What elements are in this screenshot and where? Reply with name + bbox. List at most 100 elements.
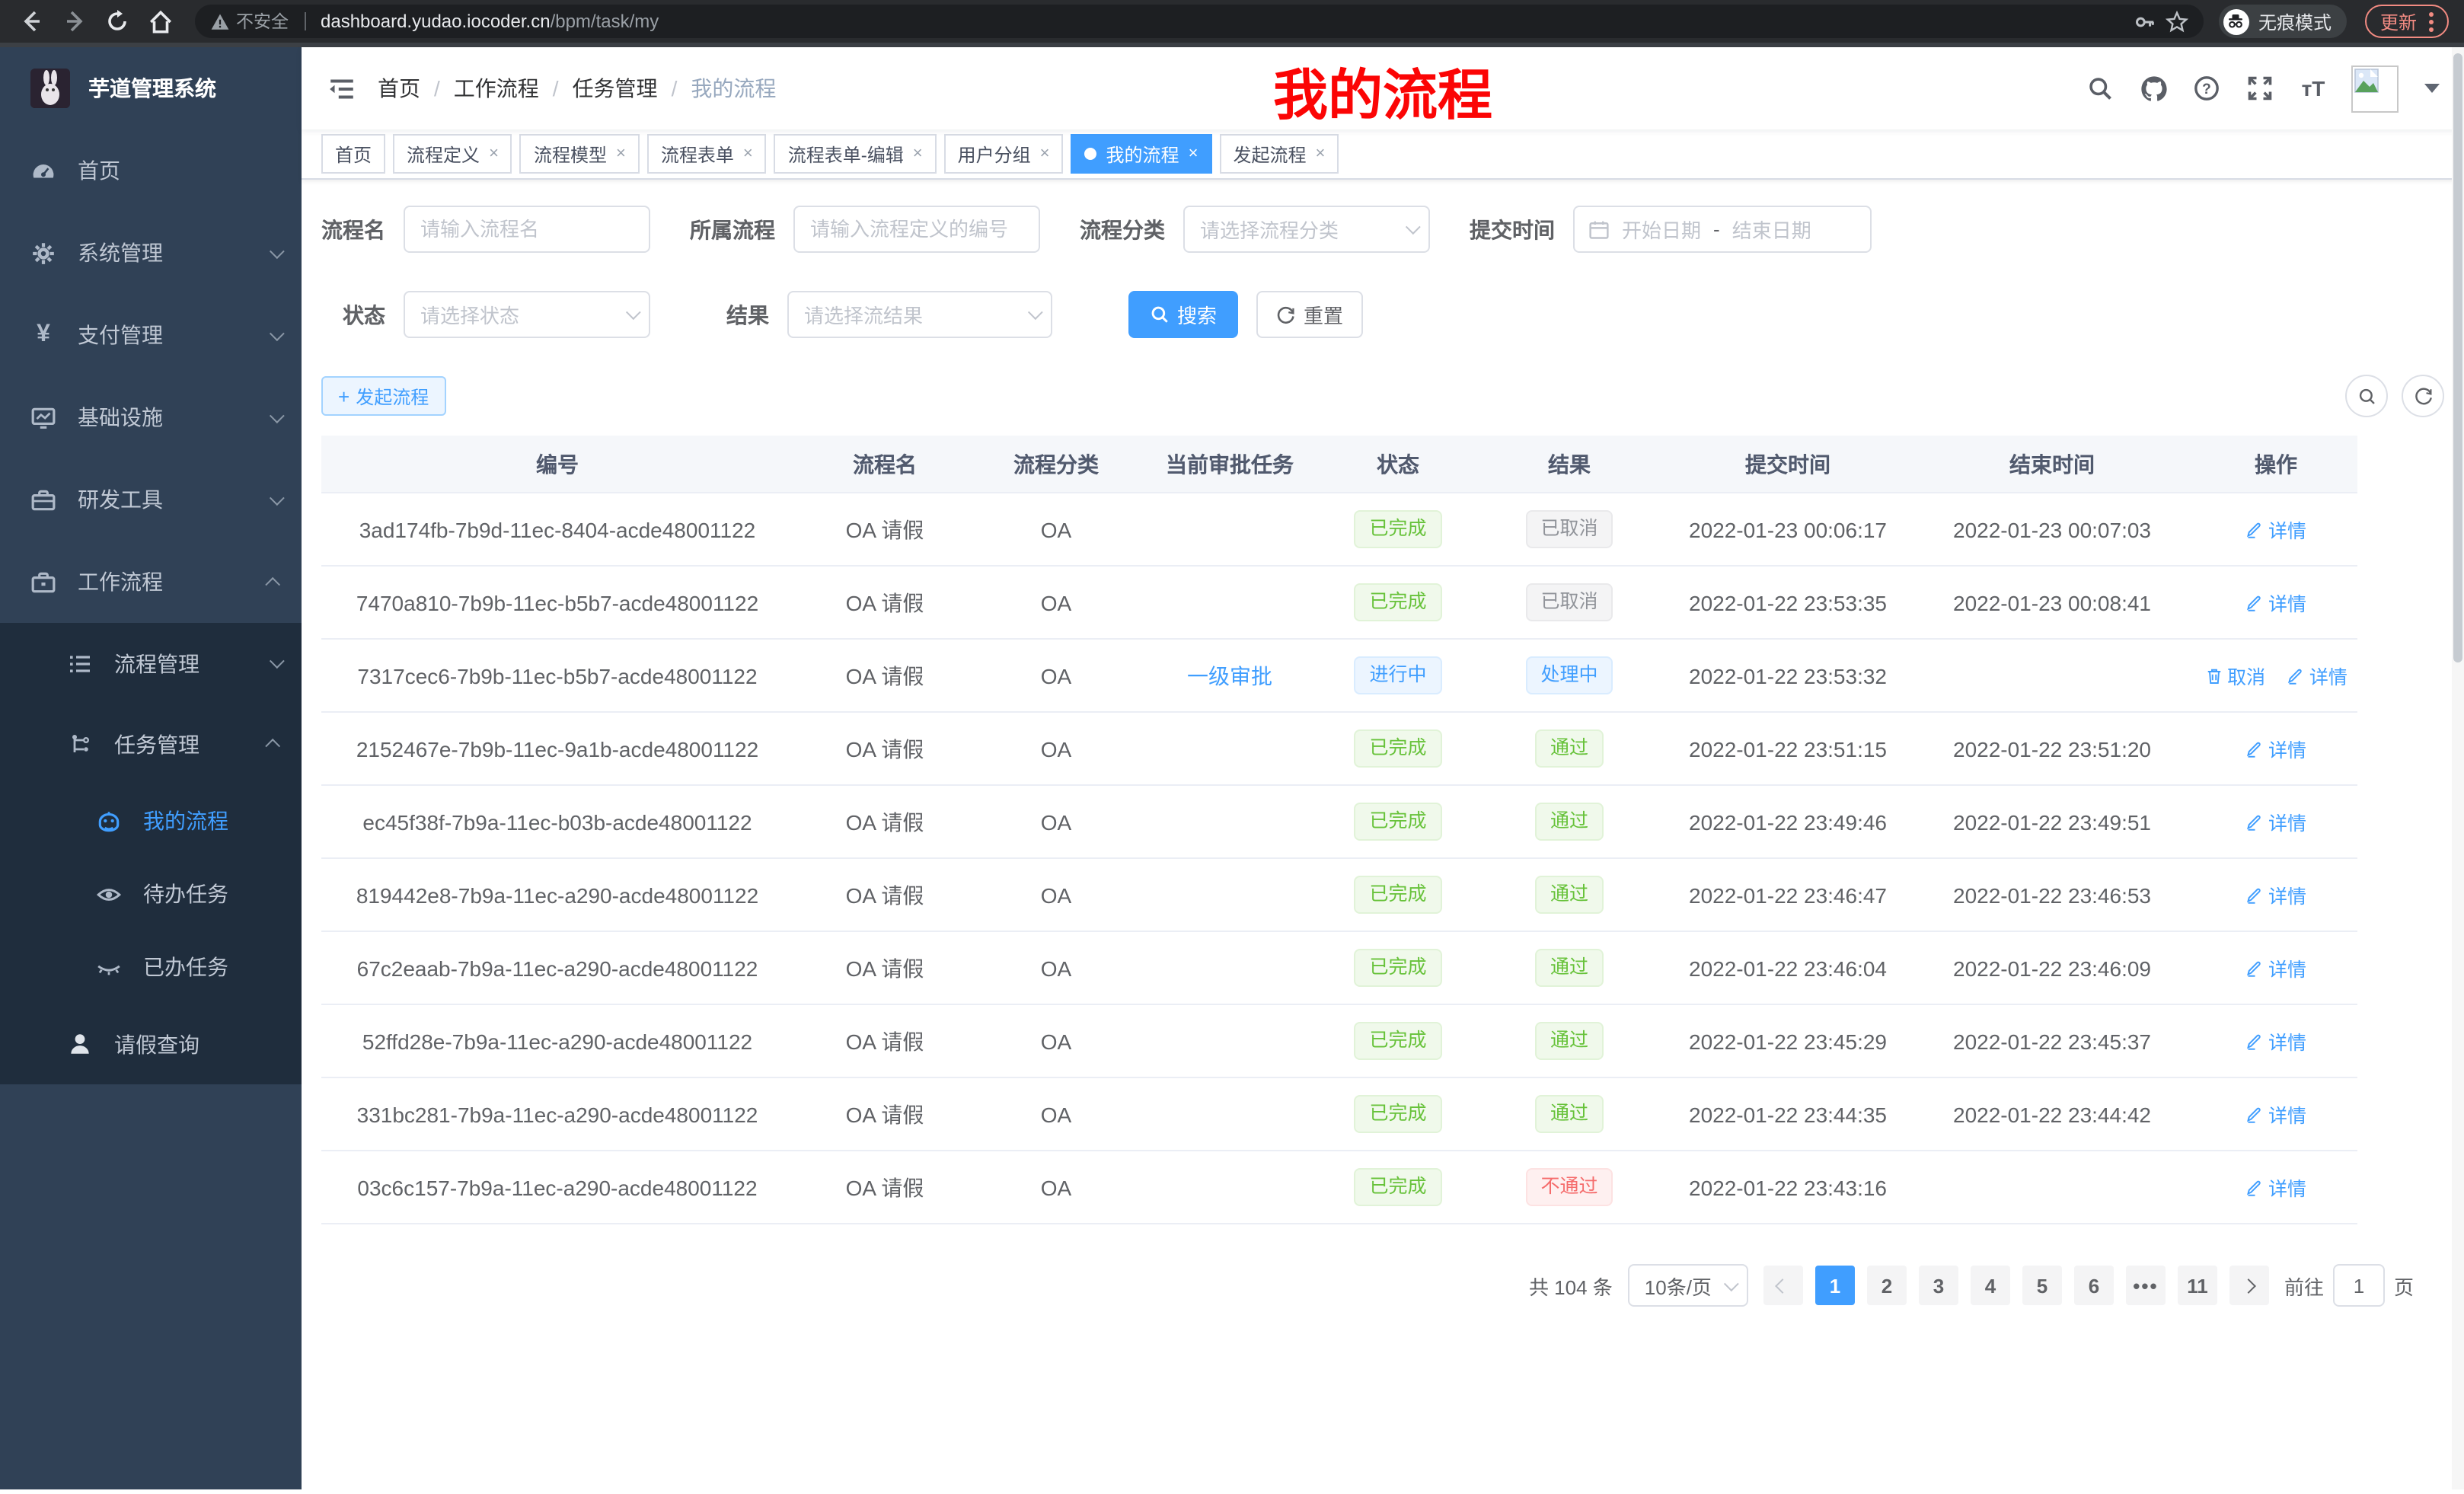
tab-process-form[interactable]: 流程表单× bbox=[647, 134, 767, 174]
detail-action[interactable]: 详情 bbox=[2245, 1026, 2306, 1055]
close-icon[interactable]: × bbox=[1315, 145, 1325, 162]
status-label: 状态 bbox=[343, 299, 385, 330]
start-process-button[interactable]: + 发起流程 bbox=[321, 376, 445, 416]
close-icon[interactable]: × bbox=[1189, 145, 1198, 162]
incognito-icon bbox=[2223, 8, 2249, 34]
sidebar-item-done-tasks[interactable]: 已办任务 bbox=[0, 931, 302, 1004]
address-bar[interactable]: 不安全 dashboard.yudao.iocoder.cn/bpm/task/… bbox=[195, 5, 2204, 38]
tab-user-group[interactable]: 用户分组× bbox=[944, 134, 1064, 174]
breadcrumb-home[interactable]: 首页 bbox=[378, 73, 420, 104]
pager-page-2[interactable]: 2 bbox=[1867, 1266, 1907, 1305]
tab-process-definition[interactable]: 流程定义× bbox=[393, 134, 512, 174]
browser-menu-icon[interactable] bbox=[2429, 11, 2434, 31]
detail-action[interactable]: 详情 bbox=[2245, 1173, 2306, 1202]
col-name: 流程名 bbox=[793, 449, 976, 479]
pager-page-6[interactable]: 6 bbox=[2074, 1266, 2114, 1305]
pager-more[interactable]: ••• bbox=[2126, 1266, 2166, 1305]
sidebar-item-workflow[interactable]: 工作流程 bbox=[0, 541, 302, 623]
process-name-input[interactable] bbox=[404, 206, 650, 253]
status-select[interactable]: 请选择状态 bbox=[404, 291, 650, 338]
tab-my-process[interactable]: 我的流程× bbox=[1071, 134, 1212, 174]
sidebar-item-process-mgmt[interactable]: 流程管理 bbox=[0, 623, 302, 704]
sidebar-item-home[interactable]: 首页 bbox=[0, 129, 302, 212]
detail-action[interactable]: 详情 bbox=[2245, 807, 2306, 836]
app-title: 芋道管理系统 bbox=[88, 73, 216, 104]
category-select[interactable]: 请选择流程分类 bbox=[1183, 206, 1430, 253]
pager-page-4[interactable]: 4 bbox=[1971, 1266, 2010, 1305]
breadcrumb-task-mgmt[interactable]: 任务管理 bbox=[573, 73, 658, 104]
goto-page-input[interactable] bbox=[2333, 1264, 2385, 1307]
task-link[interactable]: 一级审批 bbox=[1187, 660, 1272, 691]
sidebar-item-system[interactable]: 系统管理 bbox=[0, 212, 302, 294]
reset-button[interactable]: 重置 bbox=[1256, 291, 1363, 338]
close-icon[interactable]: × bbox=[1040, 145, 1050, 162]
pager-page-5[interactable]: 5 bbox=[2022, 1266, 2062, 1305]
cell-submit-time: 2022-01-22 23:49:46 bbox=[1666, 809, 1910, 834]
browser-back-button[interactable] bbox=[15, 5, 49, 38]
refresh-table-button[interactable] bbox=[2402, 375, 2444, 417]
sidebar-item-task-mgmt[interactable]: 任务管理 bbox=[0, 704, 302, 784]
tab-start-process[interactable]: 发起流程× bbox=[1219, 134, 1339, 174]
result-badge: 通过 bbox=[1535, 730, 1604, 768]
detail-action[interactable]: 详情 bbox=[2245, 880, 2306, 909]
result-label: 结果 bbox=[726, 299, 769, 330]
key-icon[interactable] bbox=[2134, 10, 2156, 33]
cell-name: OA 请假 bbox=[793, 587, 976, 618]
show-search-button[interactable] bbox=[2345, 375, 2388, 417]
pager-page-1[interactable]: 1 bbox=[1815, 1266, 1855, 1305]
detail-action[interactable]: 详情 bbox=[2245, 953, 2306, 982]
search-button[interactable]: 搜索 bbox=[1128, 291, 1238, 338]
pager-next[interactable] bbox=[2229, 1266, 2269, 1305]
detail-action[interactable]: 详情 bbox=[2287, 661, 2348, 690]
search-icon[interactable] bbox=[2085, 73, 2115, 104]
avatar-dropdown-caret[interactable] bbox=[2424, 84, 2440, 93]
browser-forward-button[interactable] bbox=[58, 5, 91, 38]
font-size-icon[interactable]: ᴛT bbox=[2298, 73, 2328, 104]
fullscreen-icon[interactable] bbox=[2245, 73, 2275, 104]
status-badge: 已完成 bbox=[1354, 511, 1441, 548]
cell-name: OA 请假 bbox=[793, 514, 976, 544]
browser-reload-button[interactable] bbox=[101, 5, 134, 38]
sidebar-item-infra[interactable]: 基础设施 bbox=[0, 376, 302, 458]
sidebar-toggle-button[interactable] bbox=[326, 73, 356, 104]
cell-id: ec45f38f-7b9a-11ec-b03b-acde48001122 bbox=[321, 809, 793, 834]
tab-process-model[interactable]: 流程模型× bbox=[520, 134, 640, 174]
page-scrollbar[interactable] bbox=[2452, 47, 2464, 1489]
breadcrumb-workflow[interactable]: 工作流程 bbox=[454, 73, 539, 104]
detail-action[interactable]: 详情 bbox=[2245, 515, 2306, 544]
detail-action[interactable]: 详情 bbox=[2245, 734, 2306, 763]
cell-id: 3ad174fb-7b9d-11ec-8404-acde48001122 bbox=[321, 517, 793, 541]
sidebar-item-my-process[interactable]: 我的流程 bbox=[0, 784, 302, 857]
github-icon[interactable] bbox=[2138, 73, 2169, 104]
close-icon[interactable]: × bbox=[616, 145, 626, 162]
scrollbar-thumb[interactable] bbox=[2453, 53, 2462, 662]
date-range-picker[interactable]: 开始日期 - 结束日期 bbox=[1573, 206, 1872, 253]
browser-home-button[interactable] bbox=[143, 5, 177, 38]
detail-action[interactable]: 详情 bbox=[2245, 588, 2306, 617]
detail-action[interactable]: 详情 bbox=[2245, 1100, 2306, 1128]
owner-process-input[interactable] bbox=[793, 206, 1040, 253]
security-status[interactable]: 不安全 bbox=[210, 9, 289, 34]
tab-process-form-edit[interactable]: 流程表单-编辑× bbox=[774, 134, 937, 174]
cell-end-time: 2022-01-22 23:49:51 bbox=[1910, 809, 2194, 834]
sidebar-item-devtools[interactable]: 研发工具 bbox=[0, 458, 302, 541]
app-logo-row[interactable]: 芋道管理系统 bbox=[0, 47, 302, 129]
sidebar-item-payment[interactable]: ¥ 支付管理 bbox=[0, 294, 302, 376]
pager-page-3[interactable]: 3 bbox=[1919, 1266, 1958, 1305]
sidebar-item-leave-query[interactable]: 请假查询 bbox=[0, 1004, 302, 1084]
help-icon[interactable]: ? bbox=[2191, 73, 2222, 104]
avatar[interactable] bbox=[2351, 65, 2399, 112]
close-icon[interactable]: × bbox=[913, 145, 923, 162]
result-select[interactable]: 请选择流结果 bbox=[787, 291, 1052, 338]
tab-home[interactable]: 首页 bbox=[321, 134, 385, 174]
close-icon[interactable]: × bbox=[489, 145, 499, 162]
cancel-action[interactable]: 取消 bbox=[2204, 661, 2265, 690]
update-button[interactable]: 更新 bbox=[2365, 5, 2449, 38]
pager-prev[interactable] bbox=[1763, 1266, 1803, 1305]
bookmark-star-icon[interactable] bbox=[2166, 10, 2188, 33]
cell-actions: 取消 详情 bbox=[2194, 661, 2357, 690]
page-size-select[interactable]: 10条/页 bbox=[1628, 1264, 1748, 1307]
close-icon[interactable]: × bbox=[743, 145, 753, 162]
sidebar-item-todo-tasks[interactable]: 待办任务 bbox=[0, 857, 302, 931]
pager-page-11[interactable]: 11 bbox=[2178, 1266, 2217, 1305]
